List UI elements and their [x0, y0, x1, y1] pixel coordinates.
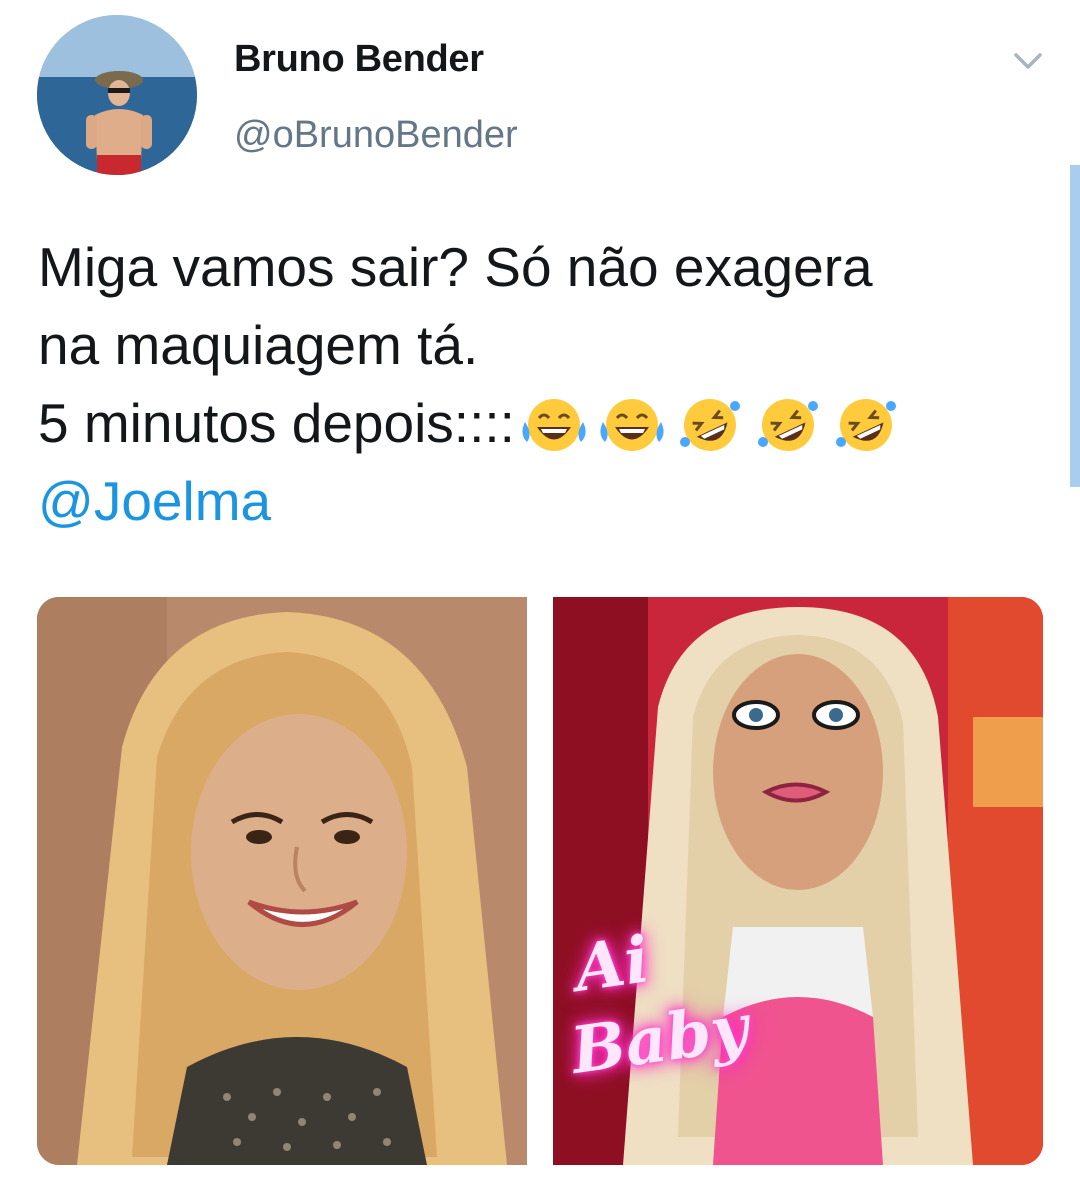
face-with-tears-of-joy-icon	[515, 394, 593, 456]
tweet-text-segment: 5 minutos depois::::	[38, 392, 515, 454]
scrollbar[interactable]	[1070, 165, 1080, 487]
tweet-text-line: Miga vamos sair? Só não exagera	[38, 236, 873, 298]
tweet-photo-right[interactable]: Ai Baby	[553, 597, 1043, 1165]
face-with-tears-of-joy-icon	[593, 394, 671, 456]
avatar-photo	[37, 15, 197, 175]
chevron-down-icon[interactable]	[1008, 46, 1048, 76]
tweet-text: Miga vamos sair? Só não exagera na maqui…	[38, 228, 1048, 540]
tweet-text-line: na maquiagem tá.	[38, 314, 479, 376]
tweet-photo-left[interactable]	[37, 597, 527, 1165]
tweet-text-line-with-emoji: 5 minutos depois::::	[38, 384, 1048, 462]
author-handle[interactable]: @oBrunoBender	[234, 114, 518, 157]
rolling-on-the-floor-laughing-icon	[827, 394, 905, 456]
neon-text-line-1: Ai	[570, 922, 654, 1007]
author-display-name[interactable]: Bruno Bender	[234, 38, 484, 81]
photo-woman-smiling	[37, 597, 527, 1165]
avatar[interactable]	[37, 15, 197, 175]
rolling-on-the-floor-laughing-icon	[671, 394, 749, 456]
rolling-on-the-floor-laughing-icon	[749, 394, 827, 456]
mention-link[interactable]: @Joelma	[38, 462, 1048, 540]
